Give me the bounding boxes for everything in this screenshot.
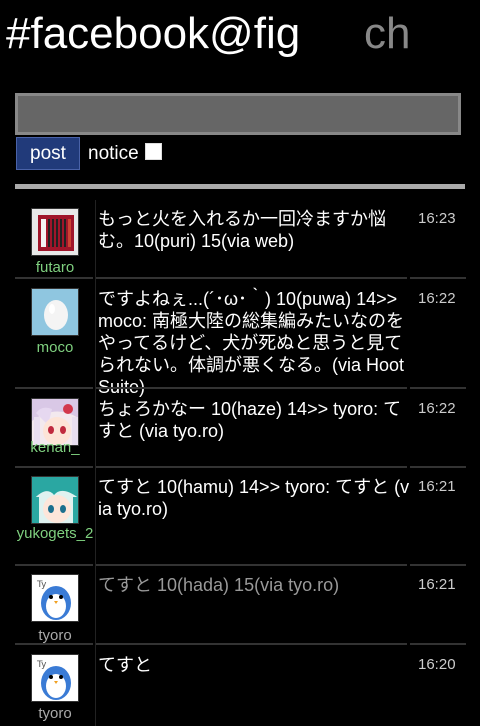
post-text: ちょろかなー 10(haze) 14>> tyoro: てすと (via tyo… [98, 399, 402, 441]
username[interactable]: moco [15, 340, 95, 356]
header: #facebook@fig ch [0, 0, 480, 70]
egg-avatar-icon[interactable] [31, 288, 79, 336]
list-item: Ty tyoro てすと 10(hada) 15(via tyo.ro) 16:… [0, 566, 480, 645]
post-text: もっと火を入れるか一回冷ますか悩む。10(puri) 15(via web) [98, 209, 386, 251]
timestamp: 16:21 [418, 576, 456, 593]
timestamp: 16:22 [418, 290, 456, 307]
accordion-avatar-icon[interactable] [31, 208, 79, 256]
notice-label: notice [88, 143, 139, 164]
timestamp: 16:20 [418, 656, 456, 673]
post-text: てすと [98, 655, 152, 675]
post-input[interactable] [15, 93, 461, 135]
divider [15, 184, 465, 189]
post-button[interactable]: post [16, 137, 80, 170]
post-text: てすと 10(hada) 15(via tyo.ro) [98, 575, 340, 595]
notice-checkbox[interactable] [145, 143, 162, 160]
timestamp: 16:23 [418, 210, 456, 227]
timestamp: 16:21 [418, 478, 456, 495]
list-item: kenan_ ちょろかなー 10(haze) 14>> tyoro: てすと (… [0, 390, 480, 468]
list-item: yukogets_2 てすと 10(hamu) 14>> tyoro: てすと … [0, 468, 480, 566]
username[interactable]: kenan_ [15, 440, 95, 456]
list-item: futaro もっと火を入れるか一回冷ますか悩む。10(puri) 15(via… [0, 200, 480, 279]
anime-teal-hair-avatar-icon[interactable] [31, 476, 79, 524]
username[interactable]: tyoro [15, 706, 95, 722]
penguin-avatar-icon[interactable]: Ty [31, 574, 79, 622]
username[interactable]: tyoro [15, 628, 95, 644]
page-title: #facebook@fig [6, 9, 301, 58]
svg-text:Ty: Ty [36, 660, 47, 670]
username[interactable]: yukogets_2 [15, 526, 95, 542]
post-text: ですよねぇ...(´･ω･｀) 10(puwa) 14>> moco: 南極大陸… [98, 289, 405, 397]
username[interactable]: futaro [15, 260, 95, 276]
timestamp: 16:22 [418, 400, 456, 417]
post-text: てすと 10(hamu) 14>> tyoro: てすと (via tyo.ro… [98, 477, 410, 519]
penguin-avatar-icon[interactable]: Ty [31, 654, 79, 702]
svg-text:Ty: Ty [36, 580, 47, 590]
list-item: moco ですよねぇ...(´･ω･｀) 10(puwa) 14>> moco:… [0, 280, 480, 397]
channel-link[interactable]: ch [364, 8, 410, 60]
list-item: Ty tyoro てすと 16:20 [0, 646, 480, 726]
